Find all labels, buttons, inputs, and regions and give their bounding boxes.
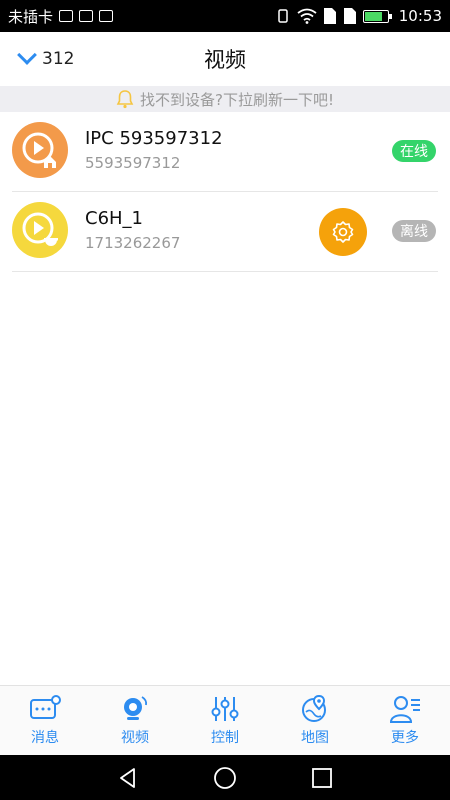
vibrate-icon bbox=[278, 9, 288, 23]
notification-icon bbox=[59, 10, 74, 22]
refresh-hint-text: 找不到设备?下拉刷新一下吧! bbox=[140, 90, 334, 109]
gear-icon bbox=[332, 221, 354, 243]
status-bar: 未插卡 10:53 bbox=[0, 0, 450, 32]
back-icon[interactable] bbox=[116, 766, 140, 790]
device-id: 1713262267 bbox=[85, 234, 181, 252]
device-settings-button[interactable] bbox=[319, 208, 367, 256]
device-row[interactable]: IPC 593597312 5593597312 在线 bbox=[12, 112, 438, 192]
sim-icon-2 bbox=[343, 8, 356, 24]
bell-icon bbox=[116, 90, 134, 109]
device-row[interactable]: C6H_1 1713262267 离线 bbox=[12, 192, 438, 272]
tab-more[interactable]: 更多 bbox=[360, 686, 450, 755]
recent-apps-icon[interactable] bbox=[310, 766, 334, 790]
tab-control[interactable]: 控制 bbox=[180, 686, 270, 755]
webcam-icon bbox=[124, 696, 148, 720]
bottom-tab-bar: 消息 视频 控制 地图 更多 bbox=[0, 685, 450, 755]
tab-label: 视频 bbox=[121, 730, 149, 746]
tab-label: 消息 bbox=[31, 730, 59, 746]
tab-messages[interactable]: 消息 bbox=[0, 686, 90, 755]
page-title: 视频 bbox=[204, 48, 246, 72]
sliders-icon bbox=[211, 697, 239, 721]
map-pin-icon bbox=[302, 694, 326, 722]
dome-camera-icon bbox=[12, 202, 68, 258]
battery-icon bbox=[362, 9, 392, 23]
tab-video[interactable]: 视频 bbox=[90, 686, 180, 755]
clock: 10:53 bbox=[398, 7, 442, 25]
keyboard-icon bbox=[99, 10, 114, 22]
home-camera-icon bbox=[12, 122, 68, 178]
device-id: 5593597312 bbox=[85, 154, 181, 172]
tab-map[interactable]: 地图 bbox=[270, 686, 360, 755]
tab-label: 控制 bbox=[211, 730, 239, 746]
group-count: 312 bbox=[42, 49, 75, 69]
tab-label: 更多 bbox=[391, 730, 419, 746]
home-icon[interactable] bbox=[213, 766, 237, 790]
status-badge-offline: 离线 bbox=[392, 220, 436, 242]
device-name: IPC 593597312 bbox=[85, 128, 223, 149]
sim-icon bbox=[323, 8, 336, 24]
carrier-label: 未插卡 bbox=[8, 7, 54, 26]
wifi-icon bbox=[297, 8, 317, 24]
tab-label: 地图 bbox=[301, 730, 329, 746]
system-nav-bar bbox=[0, 755, 450, 800]
status-badge-online: 在线 bbox=[392, 140, 436, 162]
device-name: C6H_1 bbox=[85, 208, 144, 229]
refresh-hint: 找不到设备?下拉刷新一下吧! bbox=[0, 86, 450, 112]
image-icon bbox=[79, 10, 94, 22]
message-icon bbox=[30, 695, 61, 719]
chevron-down-icon bbox=[17, 45, 37, 65]
group-selector[interactable]: 312 bbox=[16, 32, 74, 86]
user-more-icon bbox=[389, 696, 420, 723]
device-list: IPC 593597312 5593597312 在线 C6H_1 171326… bbox=[0, 112, 450, 272]
app-header: 312 视频 bbox=[0, 32, 450, 86]
